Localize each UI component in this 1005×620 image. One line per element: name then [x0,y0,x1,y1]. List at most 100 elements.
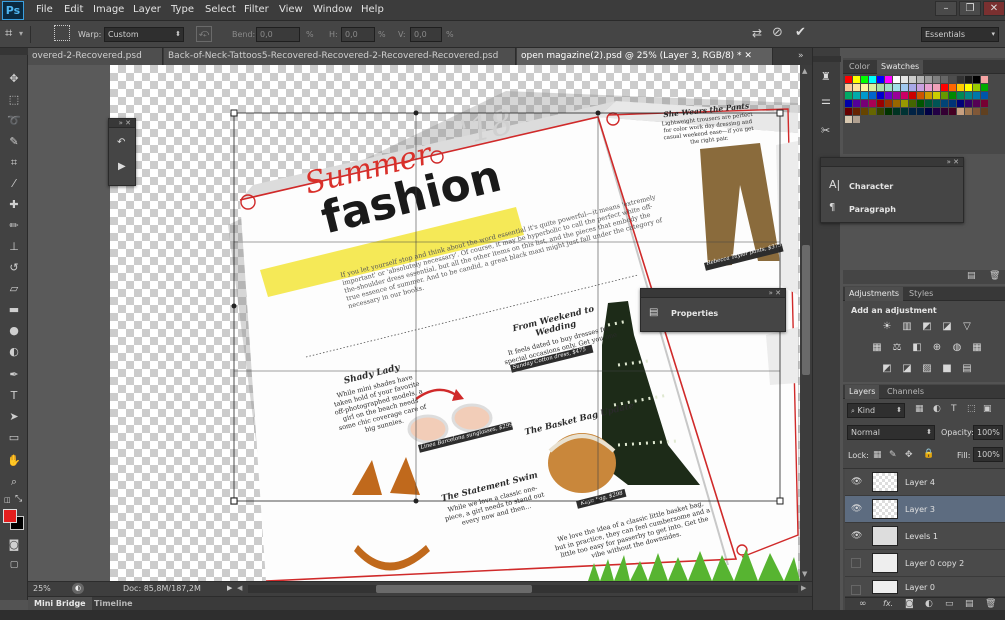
brush-presets-icon[interactable]: ♜ [821,70,831,83]
status-info-icon[interactable]: ◐ [72,583,84,594]
marquee-tool-icon[interactable]: ⬚ [4,91,24,109]
tab-color[interactable]: Color [845,60,874,74]
levels-icon[interactable]: ▥ [901,321,913,332]
lasso-tool-icon[interactable]: ➰ [4,112,24,130]
tools-preset-icon[interactable]: ✂ [821,124,830,137]
swatch[interactable] [909,108,916,115]
color-lookup-icon[interactable]: ▦ [971,342,983,353]
history-icon[interactable]: ↶ [117,137,125,148]
gradient-map-icon[interactable]: ■ [941,363,953,374]
swatch[interactable] [917,100,924,107]
quick-selection-icon[interactable]: ✎ [4,133,24,151]
type-tool-icon[interactable]: T [4,387,24,405]
photo-filter-icon[interactable]: ⊕ [931,342,943,353]
warp-style-select[interactable]: Custom ⬍ [104,27,184,42]
swatch[interactable] [957,76,964,83]
menu-help[interactable]: Help [361,4,384,15]
quick-mask-icon[interactable]: ◙ [4,536,24,554]
swatch[interactable] [885,92,892,99]
transform-tool-icon[interactable]: ⌗ [5,26,12,41]
eye-icon[interactable]: 👁 [851,531,862,541]
swatch[interactable] [973,92,980,99]
swatch[interactable] [917,92,924,99]
swatch[interactable] [957,108,964,115]
filter-shape-icon[interactable]: ⬚ [967,404,976,414]
minimize-button[interactable]: – [935,1,957,16]
layer-row-layer-0-copy-2[interactable]: Layer 0 copy 2 [845,550,1005,577]
swatch[interactable] [973,108,980,115]
rectangle-tool-icon[interactable]: ▭ [4,429,24,447]
swatch[interactable] [917,84,924,91]
swatch[interactable] [957,92,964,99]
swatch[interactable] [845,100,852,107]
swatch[interactable] [877,76,884,83]
swatch[interactable] [909,100,916,107]
swatch[interactable] [845,84,852,91]
menu-type[interactable]: Type [171,4,194,15]
swatch[interactable] [917,108,924,115]
swatch[interactable] [901,108,908,115]
eyedropper-icon[interactable]: ⁄ [4,175,24,193]
swatch[interactable] [893,100,900,107]
swatch[interactable] [901,84,908,91]
swatch[interactable] [981,84,988,91]
swap-colors-icon[interactable]: ⤡ [15,494,22,504]
screen-mode-icon[interactable]: ▢ [4,556,24,574]
swatch[interactable] [941,92,948,99]
filter-adjustment-icon[interactable]: ◐ [933,404,941,414]
swatch[interactable] [933,108,940,115]
link-layers-icon[interactable]: ∞ [859,599,867,609]
vertical-scrollbar[interactable]: ▲ ▼ [800,65,812,581]
swatch[interactable] [981,108,988,115]
bend-field[interactable]: 0,0 [256,27,300,42]
restore-button[interactable]: ❐ [959,1,981,16]
stamp-tool-icon[interactable]: ⊥ [4,238,24,256]
swatch[interactable] [885,84,892,91]
add-mask-icon[interactable]: ◙ [905,599,914,609]
swatch[interactable] [853,108,860,115]
lock-transparent-icon[interactable]: ▦ [873,450,882,460]
swatch[interactable] [949,100,956,107]
hscroll-right-icon[interactable]: ▶ [801,584,806,592]
h-field[interactable]: 0,0 [341,27,375,42]
swatch[interactable] [941,84,948,91]
scroll-down-icon[interactable]: ▼ [802,570,807,578]
scroll-up-icon[interactable]: ▲ [802,67,807,75]
character-panel-header[interactable]: » ✕ [821,158,963,167]
tab-adjustments[interactable]: Adjustments [845,287,904,301]
icon-strip-header[interactable] [813,56,841,62]
pen-tool-icon[interactable]: ✒ [4,366,24,384]
layer-name[interactable]: Layer 0 [905,583,935,592]
commit-transform-icon[interactable]: ✔ [795,25,806,40]
swatch[interactable] [981,92,988,99]
swatch[interactable] [925,92,932,99]
tab-timeline[interactable]: Timeline [90,597,137,611]
swatch[interactable] [877,92,884,99]
swatch[interactable] [901,92,908,99]
posterize-icon[interactable]: ◪ [901,363,913,374]
swatch[interactable] [965,108,972,115]
swatch[interactable] [853,84,860,91]
invert-icon[interactable]: ◩ [881,363,893,374]
close-window-button[interactable]: ✕ [983,1,1005,16]
swatch[interactable] [973,84,980,91]
gradient-tool-icon[interactable]: ▬ [4,301,24,319]
lock-image-icon[interactable]: ✎ [889,450,897,460]
tab-channels[interactable]: Channels [883,385,928,399]
swatch[interactable] [981,76,988,83]
swatch[interactable] [853,116,860,123]
history-brush-icon[interactable]: ↺ [4,259,24,277]
handle-top-right[interactable] [776,109,784,117]
eye-icon[interactable]: 👁 [851,504,862,514]
swatch[interactable] [901,100,908,107]
swatch[interactable] [853,100,860,107]
delete-layer-icon[interactable]: 🗑 [985,599,996,609]
swatch[interactable] [933,76,940,83]
sliders-icon[interactable]: ⚌ [821,94,831,107]
crop-tool-icon[interactable]: ⌗ [4,154,24,172]
swatch[interactable] [965,76,972,83]
layer-style-icon[interactable]: fx. [883,599,893,608]
brush-tool-icon[interactable]: ✏ [4,217,24,235]
cancel-transform-icon[interactable]: ⊘ [772,25,783,40]
menu-filter[interactable]: Filter [244,4,269,15]
